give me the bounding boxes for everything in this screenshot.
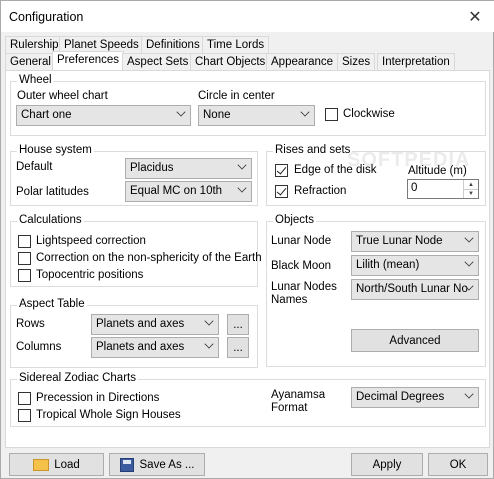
precession-checkbox[interactable] — [18, 392, 31, 405]
chevron-down-icon — [464, 389, 474, 399]
chevron-down-icon — [237, 183, 247, 193]
tab-general[interactable]: General — [5, 53, 56, 70]
circle-center-select[interactable]: None — [198, 105, 315, 126]
save-as-label: Save As ... — [139, 458, 195, 471]
polar-latitudes-select[interactable]: Equal MC on 10th — [125, 181, 252, 202]
polar-latitudes-label: Polar latitudes — [16, 186, 89, 198]
tab-interpretation[interactable]: Interpretation — [377, 53, 455, 70]
apply-button[interactable]: Apply — [351, 453, 423, 476]
lunar-node-value: True Lunar Node — [356, 235, 443, 247]
lunar-nodes-names-label-line2: Names — [271, 294, 308, 306]
chevron-down-icon — [237, 160, 247, 170]
rises-sets-title: Rises and sets — [273, 144, 353, 156]
topocentric-label: Topocentric positions — [36, 269, 144, 281]
default-house-label: Default — [16, 161, 53, 173]
outer-wheel-select[interactable]: Chart one — [16, 105, 191, 126]
lightspeed-label: Lightspeed correction — [36, 235, 146, 247]
tropical-checkbox[interactable] — [18, 409, 31, 422]
columns-select[interactable]: Planets and axes — [91, 337, 219, 358]
tab-definitions[interactable]: Definitions — [141, 36, 205, 53]
close-icon[interactable]: ✕ — [455, 1, 494, 32]
ayanamsa-label-line2: Format — [271, 402, 308, 414]
wheel-group-title: Wheel — [17, 74, 54, 86]
house-system-title: House system — [17, 144, 94, 156]
altitude-stepper[interactable]: 0 ▲ ▼ — [407, 179, 479, 199]
tropical-label: Tropical Whole Sign Houses — [36, 409, 181, 421]
refraction-checkbox[interactable] — [275, 185, 288, 198]
aspect-table-title: Aspect Table — [17, 298, 87, 310]
altitude-value: 0 — [411, 182, 418, 194]
ayanamsa-value: Decimal Degrees — [356, 391, 445, 403]
lunar-nodes-names-value: North/South Lunar No — [356, 283, 468, 295]
edge-of-disk-checkbox[interactable] — [275, 164, 288, 177]
chevron-down-icon — [176, 107, 186, 117]
black-moon-select[interactable]: Lilith (mean) — [351, 255, 479, 276]
topocentric-checkbox[interactable] — [18, 269, 31, 282]
columns-label: Columns — [16, 341, 62, 353]
black-moon-value: Lilith (mean) — [356, 259, 420, 271]
outer-wheel-label: Outer wheel chart — [17, 90, 108, 102]
columns-value: Planets and axes — [96, 341, 185, 353]
rows-label: Rows — [16, 318, 45, 330]
advanced-button[interactable]: Advanced — [351, 329, 479, 352]
tab-chart-objects[interactable]: Chart Objects — [190, 53, 271, 70]
lunar-node-label: Lunar Node — [271, 235, 332, 247]
ayanamsa-select[interactable]: Decimal Degrees — [351, 387, 479, 408]
chevron-down-icon — [204, 339, 214, 349]
columns-more-button[interactable]: ... — [227, 337, 249, 358]
circle-center-value: None — [203, 109, 231, 121]
title-bar: Configuration ✕ — [1, 1, 494, 32]
clockwise-checkbox[interactable] — [325, 108, 338, 121]
tab-sizes[interactable]: Sizes — [337, 53, 376, 70]
tab-aspect-sets[interactable]: Aspect Sets — [122, 53, 194, 70]
chevron-down-icon — [300, 107, 310, 117]
ayanamsa-label-line1: Ayanamsa — [271, 389, 326, 401]
chevron-down-icon — [204, 316, 214, 326]
rows-more-button[interactable]: ... — [227, 314, 249, 335]
window-title: Configuration — [9, 10, 84, 24]
load-label: Load — [54, 458, 80, 471]
ok-button[interactable]: OK — [428, 453, 488, 476]
clockwise-label: Clockwise — [343, 108, 395, 120]
lunar-nodes-names-label-line1: Lunar Nodes — [271, 281, 337, 293]
objects-title: Objects — [273, 214, 316, 226]
chevron-down-icon — [464, 233, 474, 243]
default-house-value: Placidus — [130, 162, 174, 174]
spin-down-icon[interactable]: ▼ — [463, 189, 478, 198]
calculations-title: Calculations — [17, 214, 84, 226]
outer-wheel-value: Chart one — [21, 109, 72, 121]
configuration-window: Configuration ✕ Rulership Planet Speeds … — [0, 0, 494, 479]
floppy-disk-icon — [119, 457, 134, 472]
lunar-nodes-names-select[interactable]: North/South Lunar No — [351, 279, 479, 300]
lunar-node-select[interactable]: True Lunar Node — [351, 231, 479, 252]
refraction-label: Refraction — [294, 185, 347, 197]
folder-icon — [33, 458, 50, 471]
save-as-button[interactable]: Save As ... — [109, 453, 205, 476]
softpedia-watermark: SOFTPEDIA — [347, 149, 471, 171]
circle-center-label: Circle in center — [198, 90, 275, 102]
non-sphericity-checkbox[interactable] — [18, 252, 31, 265]
polar-latitudes-value: Equal MC on 10th — [130, 185, 223, 197]
precession-label: Precession in Directions — [36, 392, 160, 404]
tab-preferences[interactable]: Preferences — [52, 51, 125, 70]
chevron-down-icon — [464, 257, 474, 267]
sidereal-title: Sidereal Zodiac Charts — [17, 372, 138, 384]
rows-select[interactable]: Planets and axes — [91, 314, 219, 335]
rows-value: Planets and axes — [96, 318, 185, 330]
black-moon-label: Black Moon — [271, 260, 332, 272]
tab-time-lords[interactable]: Time Lords — [202, 36, 270, 53]
lightspeed-checkbox[interactable] — [18, 235, 31, 248]
default-house-select[interactable]: Placidus — [125, 158, 252, 179]
load-button[interactable]: Load — [9, 453, 104, 476]
non-sphericity-label: Correction on the non-sphericity of the … — [36, 252, 262, 264]
tab-appearance[interactable]: Appearance — [266, 53, 339, 70]
